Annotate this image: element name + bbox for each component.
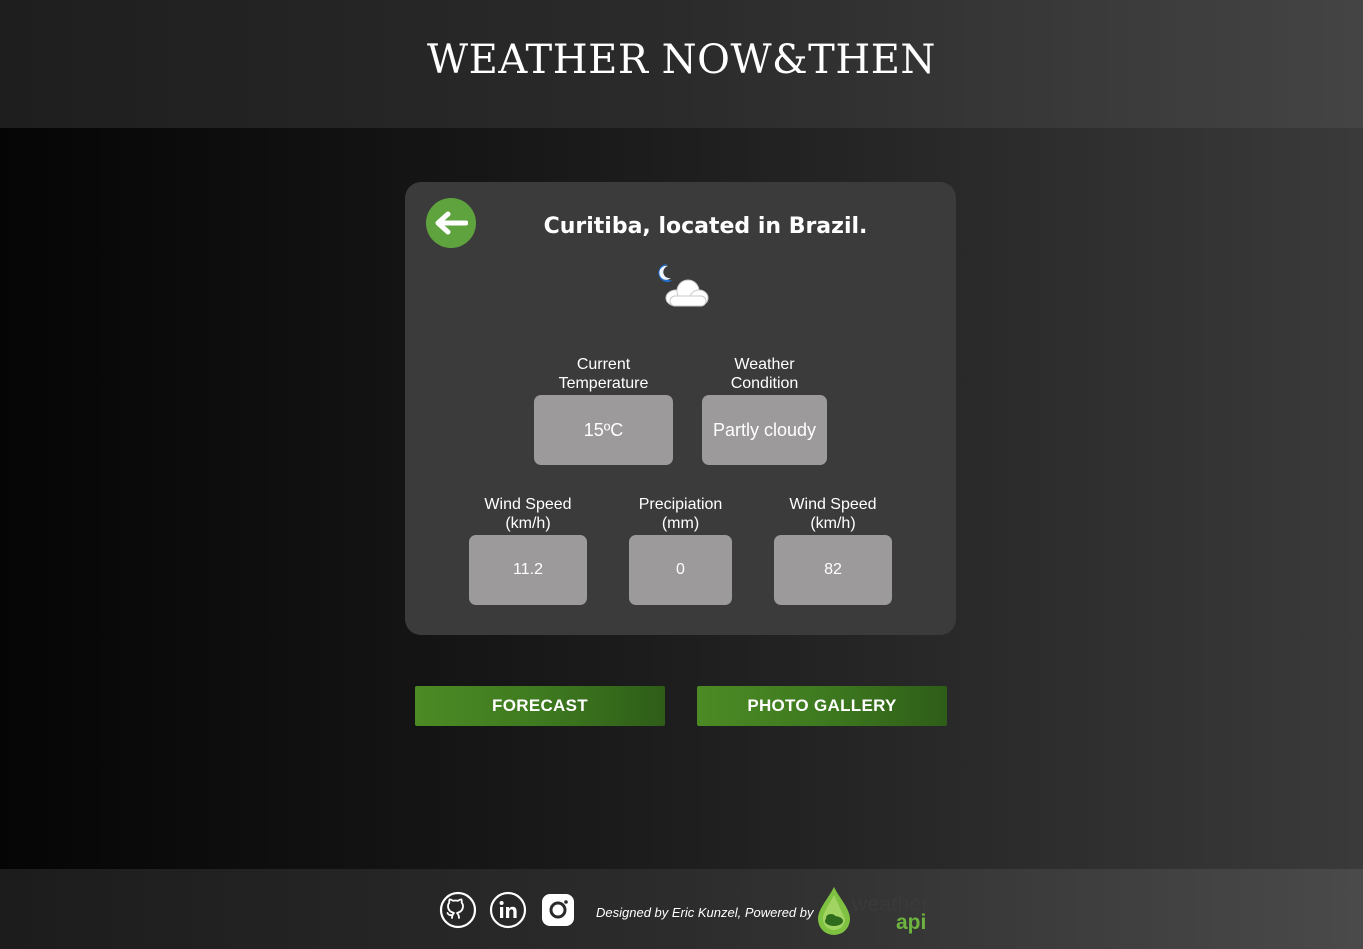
footer-credit: Designed by Eric Kunzel, Powered by [596, 905, 814, 920]
wind-speed-2-stat: Wind Speed (km/h) 82 [774, 495, 892, 605]
site-footer: Designed by Eric Kunzel, Powered by weat… [0, 869, 1363, 949]
precipitation-stat: Precipiation (mm) 0 [629, 495, 732, 605]
weather-card: Curitiba, located in Brazil. Current Tem… [405, 182, 956, 635]
water-drop-icon [818, 887, 850, 935]
precipitation-label: Precipiation (mm) [638, 496, 723, 532]
linkedin-icon[interactable] [489, 891, 527, 929]
site-logo[interactable]: WEATHER NOW&THEN [427, 37, 936, 83]
wind-speed-2-label: Wind Speed (km/h) [789, 496, 877, 532]
wind-speed-2-value: 82 [774, 535, 892, 605]
wind-speed-value: 11.2 [469, 535, 587, 605]
weather-condition-value: Partly cloudy [702, 395, 827, 465]
current-temperature-stat: Current Temperature 15ºC [534, 355, 673, 465]
location-text: Curitiba, located in Brazil. [543, 214, 868, 239]
current-temperature-label: Current Temperature [558, 356, 649, 392]
weatherapi-logo[interactable]: weather api [814, 883, 929, 939]
github-icon[interactable] [439, 891, 477, 929]
site-header: WEATHER NOW&THEN [0, 0, 1363, 128]
photo-gallery-button[interactable]: PHOTO GALLERY [697, 686, 947, 726]
location-title: Curitiba, located in Brazil. [405, 214, 956, 239]
forecast-button[interactable]: FORECAST [415, 686, 665, 726]
wind-speed-label: Wind Speed (km/h) [484, 496, 572, 532]
night-partly-cloudy-icon [658, 263, 709, 307]
instagram-icon[interactable] [539, 891, 577, 929]
wind-speed-stat: Wind Speed (km/h) 11.2 [469, 495, 587, 605]
precipitation-value: 0 [629, 535, 732, 605]
weatherapi-logo-bottom: api [896, 911, 927, 934]
weather-condition-stat: Weather Condition Partly cloudy [702, 355, 827, 465]
current-temperature-value: 15ºC [534, 395, 673, 465]
weather-condition-label: Weather Condition [730, 356, 799, 392]
